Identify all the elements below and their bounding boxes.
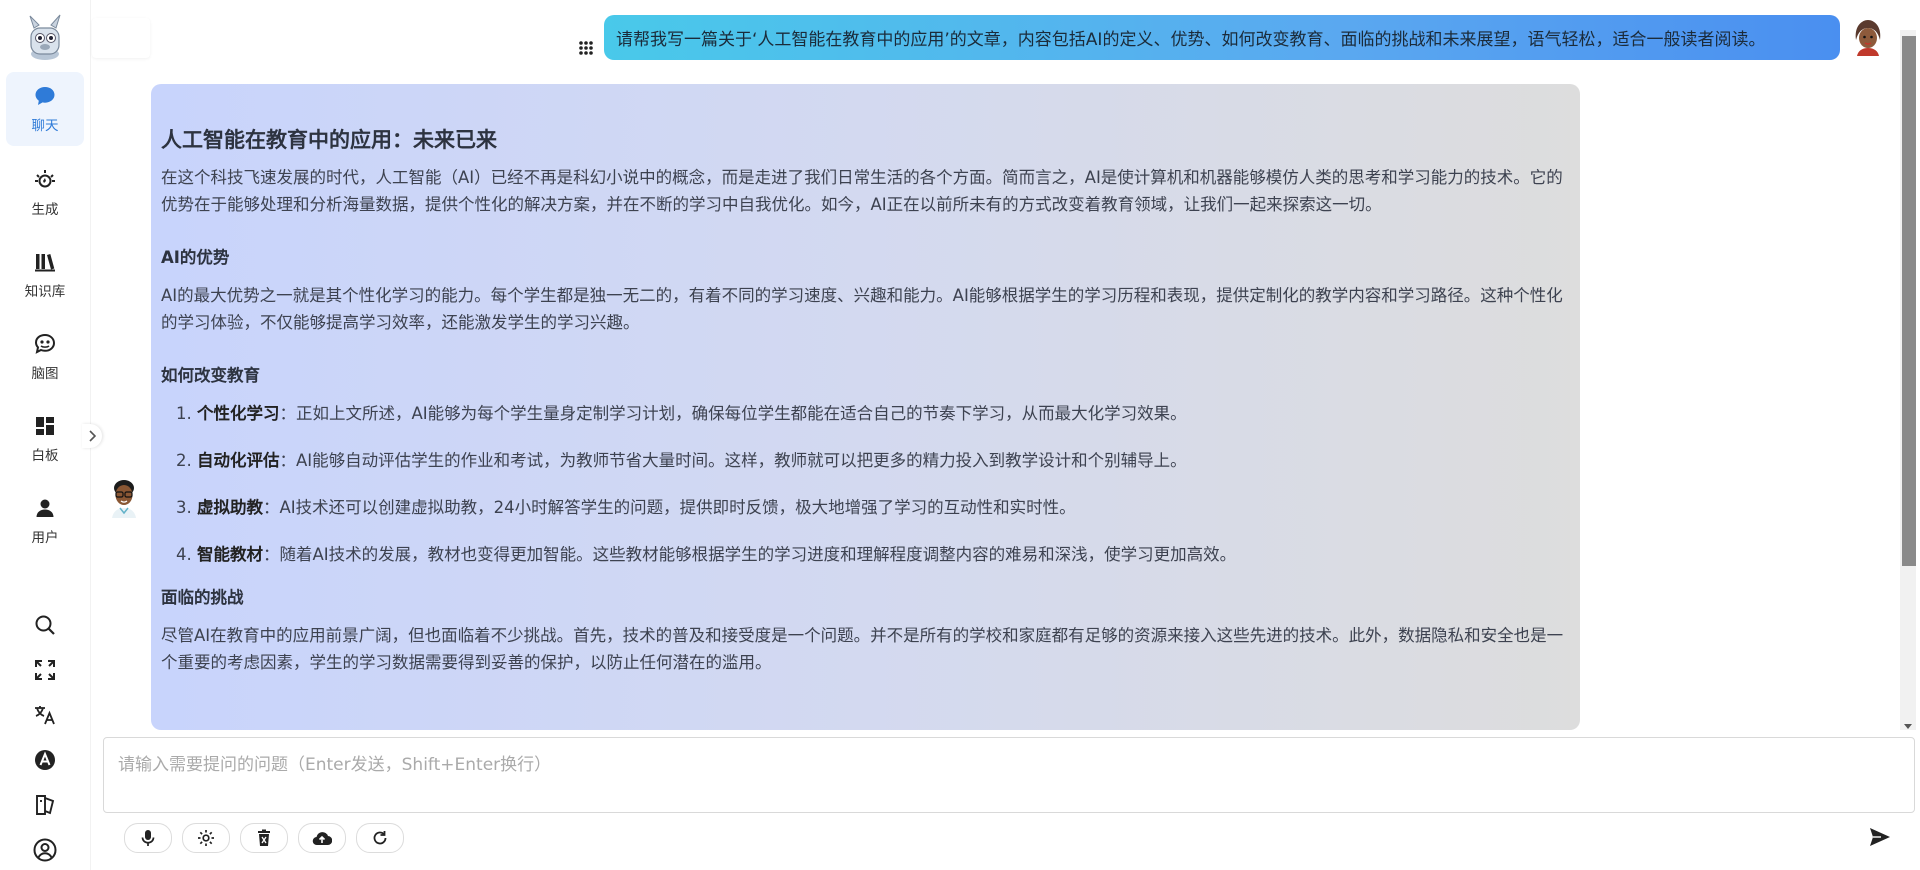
- section-paragraph: 尽管AI在教育中的应用前景广阔，但也面临着不少挑战。首先，技术的普及和接受度是一…: [161, 626, 1564, 672]
- books-icon: [33, 250, 57, 274]
- chevron-right-icon: [89, 430, 96, 442]
- list-item-text: ：AI能够自动评估学生的作业和考试，为教师节省大量时间。这样，教师就可以把更多的…: [279, 451, 1187, 470]
- list-item-text: ：正如上文所述，AI能够为每个学生量身定制学习计划，确保每位学生都能在适合自己的…: [279, 404, 1187, 423]
- chat-scrollbar-thumb[interactable]: [1902, 36, 1916, 566]
- send-icon: [1870, 828, 1890, 846]
- settings-button[interactable]: [182, 823, 230, 853]
- sidebar: 聊天 生成 知识库 脑图 白板 用户: [0, 0, 91, 870]
- nav-item-chat[interactable]: 聊天: [6, 72, 84, 146]
- nav-label: 聊天: [31, 118, 59, 134]
- send-button[interactable]: [1868, 826, 1892, 848]
- fullscreen-icon[interactable]: [33, 658, 57, 682]
- refresh-button[interactable]: [356, 823, 404, 853]
- delete-trash-icon: [258, 829, 270, 846]
- scroll-down-arrow-icon[interactable]: [1903, 716, 1913, 729]
- list-item: 个性化学习：正如上文所述，AI能够为每个学生量身定制学习计划，确保每位学生都能在…: [197, 400, 1570, 427]
- list-item-term: 智能教材: [197, 545, 263, 564]
- answer-title: 人工智能在教育中的应用：未来已来: [161, 128, 497, 152]
- nav-label: 白板: [31, 448, 59, 464]
- list-item: 智能教材：随着AI技术的发展，教材也变得更加智能。这些教材能够根据学生的学习进度…: [197, 541, 1570, 568]
- assistant-answer-card: 人工智能在教育中的应用：未来已来 在这个科技飞速发展的时代，人工智能（AI）已经…: [151, 84, 1580, 730]
- answer-intro: 在这个科技飞速发展的时代，人工智能（AI）已经不再是科幻小说中的概念，而是走进了…: [161, 168, 1563, 214]
- section-heading: 如何改变教育: [161, 366, 260, 385]
- section-paragraph: AI的最大优势之一就是其个性化学习的能力。每个学生都是独一无二的，有着不同的学习…: [161, 286, 1563, 332]
- section-heading: AI的优势: [161, 248, 230, 267]
- generate-spark-icon: [33, 168, 57, 192]
- list-item-term: 个性化学习: [197, 404, 280, 423]
- refresh-icon: [373, 831, 387, 845]
- list-item-text: ：AI技术还可以创建虚拟助教，24小时解答学生的问题，提供即时反馈，极大地增强了…: [263, 498, 1076, 517]
- nav-label: 用户: [31, 530, 59, 546]
- question-input[interactable]: [103, 737, 1915, 813]
- nav-item-user[interactable]: 用户: [6, 484, 84, 558]
- account-circle-icon[interactable]: [33, 838, 57, 862]
- upload-button[interactable]: [298, 823, 346, 853]
- user-icon: [33, 496, 57, 520]
- list-item: 虚拟助教：AI技术还可以创建虚拟助教，24小时解答学生的问题，提供即时反馈，极大…: [197, 494, 1570, 521]
- nav-item-whiteboard[interactable]: 白板: [6, 402, 84, 476]
- font-a-icon[interactable]: [33, 748, 57, 772]
- user-avatar: [1852, 18, 1884, 56]
- nav-item-mindmap[interactable]: 脑图: [6, 320, 84, 394]
- list-item-text: ：随着AI技术的发展，教材也变得更加智能。这些教材能够根据学生的学习进度和理解程…: [263, 545, 1237, 564]
- book-edit-icon[interactable]: [33, 793, 57, 817]
- chat-bubble-icon: [33, 84, 57, 108]
- robot-mascot-logo[interactable]: [22, 10, 68, 62]
- grid-dots-icon[interactable]: [578, 40, 594, 56]
- list-item: 自动化评估：AI能够自动评估学生的作业和考试，为教师节省大量时间。这样，教师就可…: [197, 447, 1570, 474]
- brain-icon: [33, 332, 57, 356]
- section-heading: 面临的挑战: [161, 588, 244, 607]
- list-item-term: 自动化评估: [197, 451, 280, 470]
- nav-label: 生成: [31, 202, 59, 218]
- sidebar-collapse-button[interactable]: [82, 424, 102, 448]
- clear-chat-button[interactable]: [240, 823, 288, 853]
- nav-label: 脑图: [31, 366, 59, 382]
- translate-icon[interactable]: [33, 703, 57, 727]
- settings-gear-icon: [198, 830, 214, 846]
- user-message-text: 请帮我写一篇关于‘人工智能在教育中的应用’的文章，内容包括AI的定义、优势、如何…: [616, 30, 1766, 50]
- dashboard-icon: [33, 414, 57, 438]
- nav-item-generate[interactable]: 生成: [6, 156, 84, 230]
- nav-label: 知识库: [24, 284, 66, 300]
- cloud-upload-icon: [312, 832, 332, 846]
- ordered-list: 个性化学习：正如上文所述，AI能够为每个学生量身定制学习计划，确保每位学生都能在…: [161, 400, 1570, 568]
- microphone-icon: [141, 830, 155, 846]
- nav-item-knowledge-base[interactable]: 知识库: [6, 238, 84, 312]
- assistant-avatar: [108, 478, 140, 518]
- voice-input-button[interactable]: [124, 823, 172, 853]
- top-left-panel: [92, 18, 150, 58]
- search-icon[interactable]: [33, 613, 57, 637]
- user-message-bubble: 请帮我写一篇关于‘人工智能在教育中的应用’的文章，内容包括AI的定义、优势、如何…: [604, 15, 1840, 60]
- list-item-term: 虚拟助教: [197, 498, 263, 517]
